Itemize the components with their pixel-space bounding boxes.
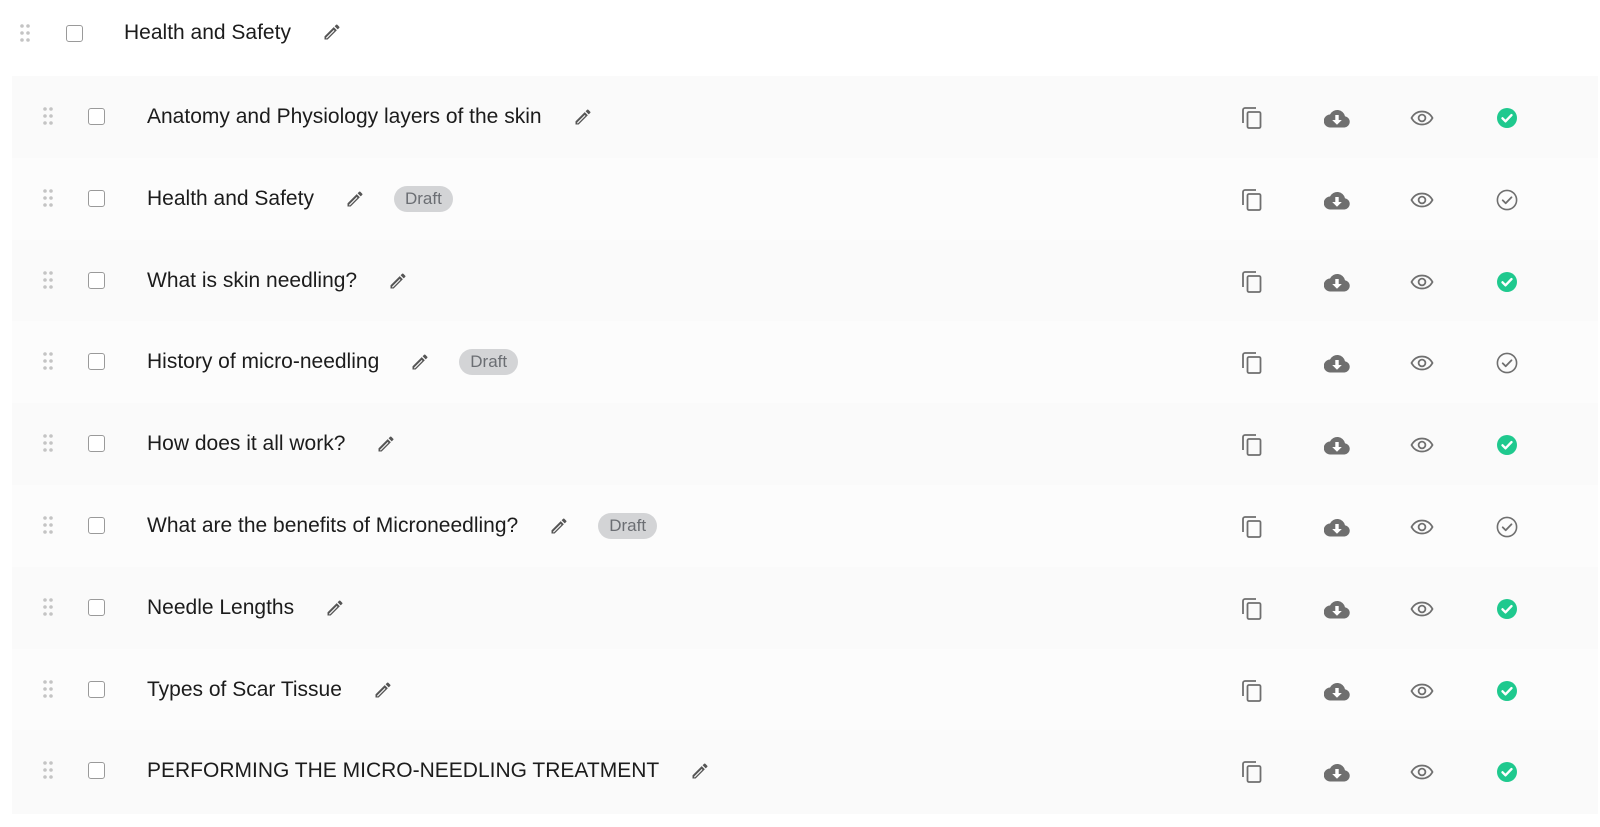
lesson-title-group: What is skin needling? (147, 266, 409, 296)
lesson-list: Anatomy and Physiology layers of the ski… (12, 76, 1598, 827)
copy-icon[interactable] (1239, 514, 1265, 540)
check-circle-filled-icon[interactable] (1494, 105, 1520, 131)
lesson-title: What is skin needling? (147, 268, 358, 292)
cloud-download-icon[interactable] (1324, 269, 1350, 295)
eye-icon[interactable] (1409, 187, 1435, 213)
lesson-row: PERFORMING THE MICRO-NEEDLING TREATMENT (12, 730, 1598, 814)
copy-icon[interactable] (1239, 596, 1265, 622)
lesson-checkbox[interactable] (88, 108, 105, 125)
lesson-title: Types of Scar Tissue (147, 677, 342, 701)
lesson-row: Types of Scar Tissue (12, 648, 1598, 733)
section-checkbox[interactable] (66, 25, 83, 42)
copy-icon[interactable] (1239, 432, 1265, 458)
cloud-download-icon[interactable] (1324, 759, 1350, 785)
check-circle-filled-icon[interactable] (1494, 596, 1520, 622)
lesson-title: PERFORMING THE MICRO-NEEDLING TREATMENT (147, 759, 660, 783)
eye-icon[interactable] (1409, 678, 1435, 704)
copy-icon[interactable] (1239, 105, 1265, 131)
cloud-download-icon[interactable] (1324, 187, 1350, 213)
lesson-title: How does it all work? (147, 432, 346, 456)
lesson-row: Anatomy and Physiology layers of the ski… (12, 76, 1598, 160)
copy-icon[interactable] (1239, 678, 1265, 704)
lesson-row: Needle Lengths (12, 566, 1598, 651)
lesson-row: What is skin needling? (12, 239, 1598, 324)
eye-icon[interactable] (1409, 514, 1435, 540)
drag-handle-icon[interactable] (43, 679, 53, 698)
lesson-title: Needle Lengths (147, 595, 295, 619)
section-header: Health and Safety (0, 0, 1600, 66)
lesson-row: History of micro-needling Draft (12, 321, 1598, 405)
draft-badge: Draft (393, 185, 453, 212)
drag-handle-icon[interactable] (43, 434, 53, 452)
lesson-title-group: Health and Safety Draft (147, 184, 453, 214)
pencil-icon[interactable] (324, 597, 346, 619)
lesson-title: What are the benefits of Microneedling? (147, 514, 519, 537)
draft-badge: Draft (598, 513, 658, 539)
eye-icon[interactable] (1409, 759, 1435, 785)
pencil-icon[interactable] (372, 679, 394, 701)
pencil-icon[interactable] (375, 433, 397, 455)
lesson-title-group: Anatomy and Physiology layers of the ski… (147, 102, 594, 132)
lesson-checkbox[interactable] (88, 598, 105, 616)
pencil-icon[interactable] (322, 22, 342, 42)
lesson-title-group: History of micro-needling Draft (147, 347, 519, 377)
pencil-icon[interactable] (572, 106, 594, 128)
check-circle-outline-icon[interactable] (1494, 350, 1520, 376)
lesson-checkbox[interactable] (88, 517, 105, 534)
copy-icon[interactable] (1239, 269, 1265, 295)
cloud-download-icon[interactable] (1324, 432, 1350, 458)
copy-icon[interactable] (1239, 350, 1265, 376)
cloud-download-icon[interactable] (1324, 678, 1350, 704)
check-circle-filled-icon[interactable] (1494, 269, 1520, 295)
lesson-title: Health and Safety (147, 186, 314, 210)
eye-icon[interactable] (1409, 596, 1435, 622)
check-circle-outline-icon[interactable] (1494, 187, 1520, 213)
drag-handle-icon[interactable] (43, 270, 53, 289)
lesson-row: How does it all work? (12, 403, 1598, 487)
drag-handle-icon[interactable] (43, 516, 53, 534)
drag-handle-icon[interactable] (43, 352, 53, 371)
draft-badge: Draft (459, 349, 519, 376)
lesson-title-group: Needle Lengths (147, 593, 346, 623)
cloud-download-icon[interactable] (1324, 596, 1350, 622)
pencil-icon[interactable] (548, 515, 570, 537)
lesson-title: Anatomy and Physiology layers of the ski… (147, 105, 542, 128)
eye-icon[interactable] (1409, 105, 1435, 131)
copy-icon[interactable] (1239, 187, 1265, 213)
drag-handle-icon[interactable] (43, 107, 53, 125)
pencil-icon[interactable] (409, 351, 431, 373)
eye-icon[interactable] (1409, 432, 1435, 458)
lesson-checkbox[interactable] (88, 353, 105, 371)
pencil-icon[interactable] (689, 760, 711, 782)
eye-icon[interactable] (1409, 350, 1435, 376)
drag-handle-icon[interactable] (43, 597, 53, 616)
lesson-checkbox[interactable] (88, 271, 105, 289)
check-circle-filled-icon[interactable] (1494, 759, 1520, 785)
check-circle-filled-icon[interactable] (1494, 678, 1520, 704)
check-circle-filled-icon[interactable] (1494, 432, 1520, 458)
drag-handle-icon[interactable] (20, 24, 30, 42)
cloud-download-icon[interactable] (1324, 350, 1350, 376)
pencil-icon[interactable] (344, 188, 366, 210)
lesson-title-group: How does it all work? (147, 429, 397, 459)
lesson-title-group: What are the benefits of Microneedling? D… (147, 511, 658, 541)
drag-handle-icon[interactable] (43, 761, 53, 780)
drag-handle-icon[interactable] (43, 188, 53, 207)
lesson-checkbox[interactable] (88, 680, 105, 698)
pencil-icon[interactable] (387, 270, 409, 292)
lesson-row: What are the benefits of Microneedling? D… (12, 485, 1598, 569)
lesson-title: History of micro-needling (147, 350, 380, 374)
section-title: Health and Safety (124, 21, 291, 44)
eye-icon[interactable] (1409, 269, 1435, 295)
check-circle-outline-icon[interactable] (1494, 514, 1520, 540)
lesson-row: Health and Safety Draft (12, 157, 1598, 242)
cloud-download-icon[interactable] (1324, 514, 1350, 540)
lesson-checkbox[interactable] (88, 435, 105, 453)
lesson-title-group: PERFORMING THE MICRO-NEEDLING TREATMENT (147, 756, 711, 786)
cloud-download-icon[interactable] (1324, 105, 1350, 131)
lesson-title-group: Types of Scar Tissue (147, 675, 394, 705)
copy-icon[interactable] (1239, 759, 1265, 785)
lesson-checkbox[interactable] (88, 189, 105, 207)
lesson-checkbox[interactable] (88, 762, 105, 780)
